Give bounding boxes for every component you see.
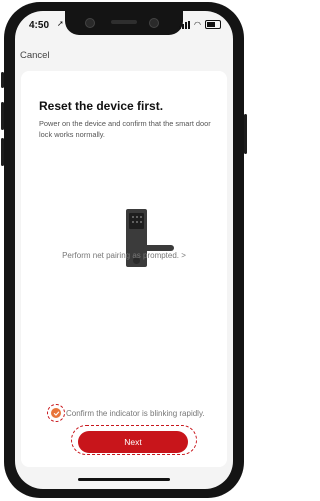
- page-title: Reset the device first.: [39, 99, 164, 113]
- home-indicator: [78, 478, 170, 481]
- confirm-checkbox-highlight[interactable]: [47, 404, 65, 422]
- phone-frame: 4:50 ➚ ◠ Cancel Reset the device first. …: [1, 2, 247, 498]
- camera-lens-icon: [85, 18, 95, 28]
- status-bar: 4:50 ➚ ◠: [15, 11, 233, 41]
- keypad-panel: [129, 213, 144, 229]
- status-time: 4:50: [29, 20, 50, 31]
- checkmark-icon[interactable]: [51, 408, 61, 418]
- cancel-button[interactable]: Cancel: [20, 50, 50, 61]
- volume-down-button: [1, 138, 4, 166]
- notch: [65, 11, 183, 35]
- volume-up-button: [1, 102, 4, 130]
- phone-screen: 4:50 ➚ ◠ Cancel Reset the device first. …: [15, 11, 233, 489]
- mute-switch: [1, 72, 4, 88]
- speaker-grille: [111, 20, 137, 24]
- sensor-lens-icon: [149, 18, 159, 28]
- power-button: [244, 114, 247, 154]
- net-pairing-link[interactable]: Perform net pairing as prompted. >: [15, 251, 233, 260]
- status-icons: ◠: [179, 20, 221, 29]
- location-arrow-icon: ➚: [57, 19, 64, 28]
- signal-bars-icon: [179, 20, 191, 29]
- confirm-row[interactable]: Confirm the indicator is blinking rapidl…: [47, 404, 205, 422]
- battery-icon: [205, 20, 221, 29]
- wifi-icon: ◠: [194, 19, 201, 29]
- confirm-label: Confirm the indicator is blinking rapidl…: [66, 408, 205, 418]
- next-button[interactable]: Next: [78, 431, 188, 453]
- instruction-text: Power on the device and confirm that the…: [39, 119, 211, 139]
